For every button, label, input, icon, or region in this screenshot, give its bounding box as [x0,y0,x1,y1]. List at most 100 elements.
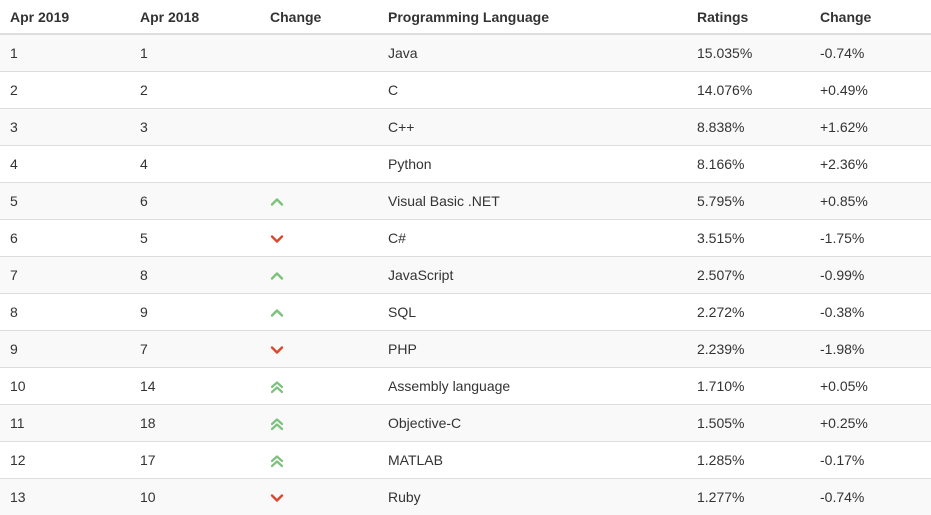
change-value-cell: +0.85% [810,183,931,220]
table-row: 22 C14.076%+0.49% [0,72,931,109]
chevron-down-icon [270,491,284,505]
ratings-cell: 14.076% [687,72,810,109]
rank-current-cell: 6 [0,220,130,257]
chevron-up-icon [270,195,284,209]
change-icon-cell [260,331,378,368]
language-cell: Assembly language [378,368,687,405]
change-value-cell: -1.75% [810,220,931,257]
rank-previous-cell: 2 [130,72,260,109]
header-language: Programming Language [378,0,687,34]
rank-current-cell: 7 [0,257,130,294]
ratings-cell: 5.795% [687,183,810,220]
language-ranking-table: Apr 2019 Apr 2018 Change Programming Lan… [0,0,931,515]
rank-previous-cell: 5 [130,220,260,257]
change-icon-cell [260,257,378,294]
change-icon-cell [260,442,378,479]
rank-current-cell: 12 [0,442,130,479]
language-cell: SQL [378,294,687,331]
change-icon-cell [260,294,378,331]
rank-previous-cell: 17 [130,442,260,479]
rank-previous-cell: 1 [130,34,260,72]
rank-previous-cell: 4 [130,146,260,183]
language-cell: C# [378,220,687,257]
change-value-cell: -0.38% [810,294,931,331]
language-cell: Objective-C [378,405,687,442]
language-cell: C [378,72,687,109]
ratings-cell: 1.505% [687,405,810,442]
double-chevron-up-icon [270,380,284,394]
language-cell: Python [378,146,687,183]
change-value-cell: +0.49% [810,72,931,109]
chevron-down-icon [270,232,284,246]
ratings-cell: 2.272% [687,294,810,331]
change-value-cell: +2.36% [810,146,931,183]
chevron-up-icon [270,306,284,320]
header-change-icon: Change [260,0,378,34]
change-icon-cell [260,109,378,146]
table-row: 97 PHP2.239%-1.98% [0,331,931,368]
header-rank-current: Apr 2019 [0,0,130,34]
change-value-cell: -0.74% [810,34,931,72]
header-change-value: Change [810,0,931,34]
table-row: 33C++8.838%+1.62% [0,109,931,146]
rank-previous-cell: 8 [130,257,260,294]
change-value-cell: +1.62% [810,109,931,146]
change-icon-cell [260,405,378,442]
rank-current-cell: 5 [0,183,130,220]
ratings-cell: 8.838% [687,109,810,146]
table-row: 78 JavaScript2.507%-0.99% [0,257,931,294]
rank-current-cell: 10 [0,368,130,405]
rank-current-cell: 9 [0,331,130,368]
change-icon-cell [260,146,378,183]
language-cell: JavaScript [378,257,687,294]
double-chevron-up-icon [270,454,284,468]
ratings-cell: 2.507% [687,257,810,294]
rank-current-cell: 3 [0,109,130,146]
change-icon-cell [260,220,378,257]
rank-current-cell: 11 [0,405,130,442]
header-rank-previous: Apr 2018 [130,0,260,34]
rank-current-cell: 2 [0,72,130,109]
change-icon-cell [260,72,378,109]
header-row: Apr 2019 Apr 2018 Change Programming Lan… [0,0,931,34]
change-icon-cell [260,368,378,405]
rank-current-cell: 4 [0,146,130,183]
chevron-up-icon [270,269,284,283]
rank-current-cell: 8 [0,294,130,331]
rank-previous-cell: 6 [130,183,260,220]
change-value-cell: +0.25% [810,405,931,442]
table-row: 1217 MATLAB1.285%-0.17% [0,442,931,479]
language-cell: MATLAB [378,442,687,479]
rank-previous-cell: 9 [130,294,260,331]
change-value-cell: +0.05% [810,368,931,405]
change-value-cell: -0.17% [810,442,931,479]
ratings-cell: 1.710% [687,368,810,405]
header-ratings: Ratings [687,0,810,34]
rank-previous-cell: 7 [130,331,260,368]
change-value-cell: -0.99% [810,257,931,294]
change-icon-cell [260,34,378,72]
rank-previous-cell: 14 [130,368,260,405]
language-cell: Java [378,34,687,72]
language-cell: C++ [378,109,687,146]
table-row: 44Python8.166%+2.36% [0,146,931,183]
table-header: Apr 2019 Apr 2018 Change Programming Lan… [0,0,931,34]
ratings-cell: 3.515% [687,220,810,257]
rank-previous-cell: 18 [130,405,260,442]
chevron-down-icon [270,343,284,357]
table-row: 56 Visual Basic .NET5.795%+0.85% [0,183,931,220]
table-body: 11Java15.035%-0.74%22C14.076%+0.49%33C++… [0,34,931,515]
double-chevron-up-icon [270,417,284,431]
change-icon-cell [260,183,378,220]
language-cell: PHP [378,331,687,368]
table-row: 11 Java15.035%-0.74% [0,34,931,72]
ratings-cell: 1.285% [687,442,810,479]
ratings-cell: 2.239% [687,331,810,368]
rank-current-cell: 1 [0,34,130,72]
language-cell: Visual Basic .NET [378,183,687,220]
table-row: 1014 Assembly language1.710%+0.05% [0,368,931,405]
ratings-cell: 15.035% [687,34,810,72]
change-value-cell: -1.98% [810,331,931,368]
table-row: 89 SQL2.272%-0.38% [0,294,931,331]
table-row: 65 C#3.515%-1.75% [0,220,931,257]
